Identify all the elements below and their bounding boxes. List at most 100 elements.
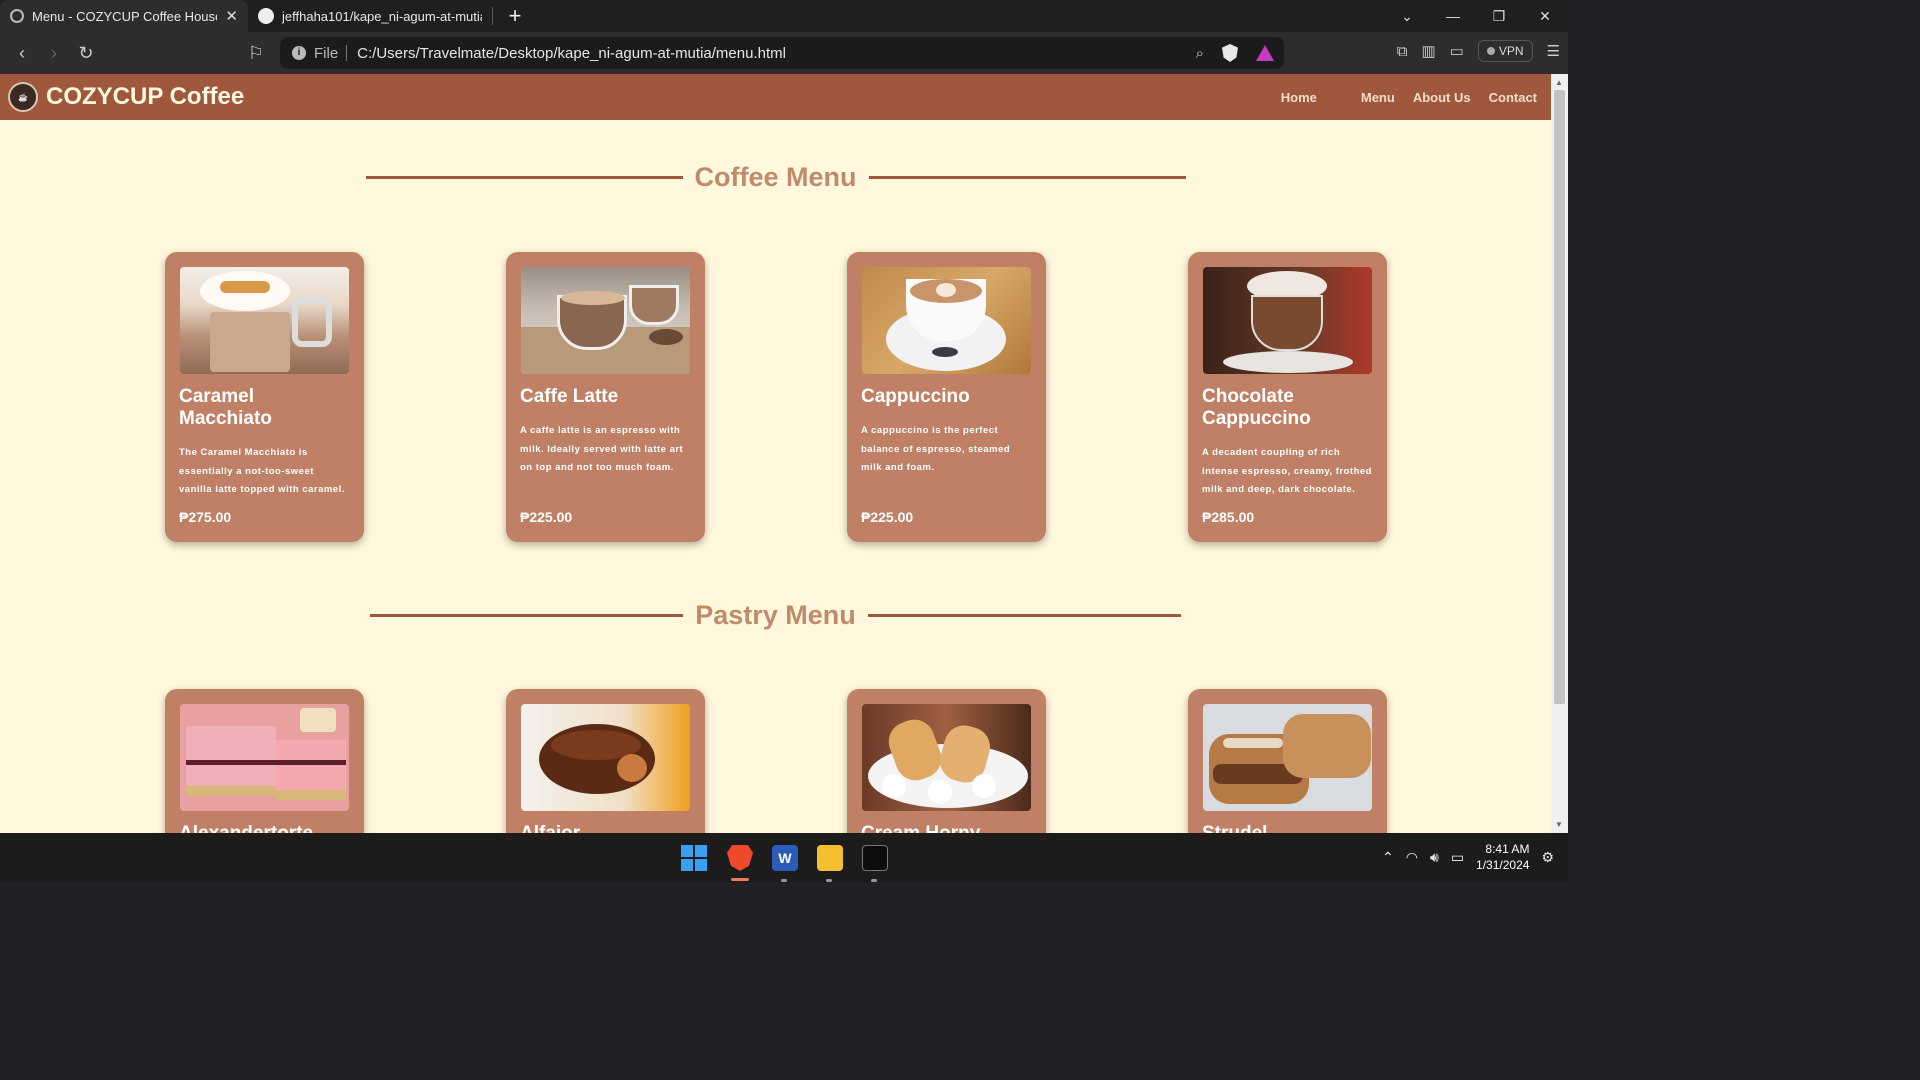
brave-rewards-icon[interactable] <box>1256 45 1274 61</box>
close-window-button[interactable]: ✕ <box>1522 8 1568 25</box>
menu-card[interactable]: Alexandertorte <box>165 689 364 833</box>
strudel-image <box>1203 704 1372 811</box>
menu-card[interactable]: Cream Horny <box>847 689 1046 833</box>
nav-about-us[interactable]: About Us <box>1413 90 1471 105</box>
tab-title: Menu - COZYCUP Coffee House <box>32 8 218 24</box>
close-tab-icon[interactable]: ✕ <box>225 7 238 25</box>
running-indicator <box>871 879 877 882</box>
toolbar-icons: ⧉ ▥ ▭ VPN ☰ <box>1397 40 1560 62</box>
scroll-up-icon[interactable]: ▲ <box>1555 78 1563 87</box>
item-description: A cappuccino is the perfect balance of e… <box>861 425 1011 473</box>
heading-rule <box>867 614 1181 617</box>
pastry-menu-heading: Pastry Menu <box>0 600 1551 631</box>
site-nav: Home Menu About Us Contact <box>1263 74 1537 120</box>
volume-icon[interactable]: 🔊︎ <box>1430 849 1439 866</box>
nav-menu[interactable]: Menu <box>1361 90 1395 105</box>
notification-icon[interactable]: ⚙ <box>1541 849 1554 866</box>
item-description: A caffe latte is an espresso with milk. … <box>520 425 684 473</box>
item-name: Cappuccino <box>861 386 970 407</box>
menu-card[interactable]: Caramel Macchiato The Caramel Macchiato … <box>165 252 364 542</box>
menu-card[interactable]: Caffe Latte A caffe latte is an espresso… <box>506 252 705 542</box>
extensions-icon[interactable]: ⧉ <box>1397 43 1408 60</box>
nav-home[interactable]: Home <box>1281 90 1317 105</box>
scheme-label: File <box>314 44 339 62</box>
nav-contact[interactable]: Contact <box>1489 90 1537 105</box>
chocolate-cappuccino-image <box>1203 267 1372 374</box>
browser-toolbar: ‹ › ↻ ⚐ i File C:/Users/Travelmate/Deskt… <box>0 32 1568 74</box>
menu-card[interactable]: Chocolate Cappuccino A decadent coupling… <box>1188 252 1387 542</box>
site-brand: COZYCUP Coffee <box>46 83 245 110</box>
forward-icon[interactable]: › <box>38 43 70 64</box>
vpn-label: VPN <box>1498 44 1524 58</box>
vpn-button[interactable]: VPN <box>1477 40 1533 62</box>
coffee-menu-heading: Coffee Menu <box>0 162 1551 193</box>
section-title: Coffee Menu <box>694 162 857 192</box>
restore-button[interactable]: ❐ <box>1476 8 1522 25</box>
terminal-icon[interactable] <box>862 845 888 871</box>
site-header: ☕ COZYCUP Coffee Home Menu About Us Cont… <box>0 74 1551 120</box>
word-icon[interactable]: W <box>772 845 798 871</box>
github-icon <box>258 8 274 24</box>
tab-menu[interactable]: Menu - COZYCUP Coffee House ✕ <box>0 0 248 32</box>
new-tab-button[interactable]: + <box>493 3 537 29</box>
windows-start-icon[interactable] <box>681 845 707 871</box>
vpn-status-icon <box>1486 47 1495 55</box>
coffee-logo-icon: ☕ <box>8 82 38 112</box>
chevron-up-icon[interactable]: ⌃ <box>1382 849 1394 866</box>
windows-taskbar: W ⌃ ◠ 🔊︎ ▭ 8:41 AM 1/31/2024 ⚙ <box>0 833 1568 882</box>
alexandertorte-image <box>180 704 349 811</box>
item-name: Chocolate Cappuccino <box>1202 386 1311 429</box>
item-price: ₱275.00 <box>179 509 232 525</box>
item-name: Alfajor <box>520 823 691 833</box>
item-name: Caffe Latte <box>520 386 619 407</box>
item-description: A decadent coupling of rich intense espr… <box>1202 447 1372 495</box>
scroll-down-icon[interactable]: ▼ <box>1555 820 1563 829</box>
heading-rule <box>868 176 1186 179</box>
globe-icon <box>10 9 24 23</box>
wallet-icon[interactable]: ▭ <box>1450 42 1464 60</box>
item-price: ₱225.00 <box>520 509 573 525</box>
item-name: Cream Horny <box>861 823 1032 833</box>
reload-icon[interactable]: ↻ <box>70 43 102 64</box>
address-bar[interactable]: i File C:/Users/Travelmate/Desktop/kape_… <box>280 37 1284 69</box>
running-indicator <box>781 879 787 882</box>
page-viewport: ☕ COZYCUP Coffee Home Menu About Us Cont… <box>0 74 1551 833</box>
alfajor-image <box>521 704 690 811</box>
tab-search-icon[interactable]: ⌄ <box>1384 8 1430 25</box>
menu-icon[interactable]: ☰ <box>1547 42 1560 60</box>
section-title: Pastry Menu <box>695 600 856 630</box>
heading-rule <box>370 614 684 617</box>
cream-horn-image <box>862 704 1031 811</box>
item-description: The Caramel Macchiato is essentially a n… <box>179 447 345 495</box>
tab-github[interactable]: jeffhaha101/kape_ni-agum-at-mutia <box>248 0 492 32</box>
menu-card[interactable]: Strudel <box>1188 689 1387 833</box>
caramel-macchiato-image <box>180 267 349 374</box>
minimize-button[interactable]: — <box>1430 8 1476 24</box>
wifi-icon[interactable]: ◠ <box>1406 849 1418 866</box>
clock-date: 1/31/2024 <box>1476 858 1530 872</box>
zoom-icon[interactable]: ⌕ <box>1196 45 1204 62</box>
sidebar-icon[interactable]: ▥ <box>1421 42 1435 60</box>
menu-card[interactable]: Cappuccino A cappuccino is the perfect b… <box>847 252 1046 542</box>
cappuccino-image <box>862 267 1031 374</box>
file-explorer-icon[interactable] <box>817 845 843 871</box>
system-tray: ⌃ ◠ 🔊︎ ▭ 8:41 AM 1/31/2024 ⚙ <box>1382 841 1554 873</box>
info-icon[interactable]: i <box>292 46 306 60</box>
brave-browser-icon[interactable] <box>727 845 753 871</box>
page-scrollbar[interactable]: ▲ ▼ <box>1551 74 1568 833</box>
item-price: ₱225.00 <box>861 509 914 525</box>
caffe-latte-image <box>521 267 690 374</box>
active-indicator <box>731 878 749 881</box>
divider <box>346 45 348 61</box>
menu-card[interactable]: Alfajor <box>506 689 705 833</box>
scrollbar-thumb[interactable] <box>1554 90 1565 704</box>
item-price: ₱285.00 <box>1202 509 1255 525</box>
url-text[interactable]: C:/Users/Travelmate/Desktop/kape_ni-agum… <box>357 45 786 62</box>
window-controls: ⌄ — ❐ ✕ <box>1384 0 1568 32</box>
battery-icon[interactable]: ▭ <box>1451 849 1464 866</box>
back-icon[interactable]: ‹ <box>6 43 38 64</box>
bookmark-icon[interactable]: ⚐ <box>240 43 272 64</box>
clock[interactable]: 8:41 AM 1/31/2024 <box>1476 841 1529 873</box>
brave-shield-icon[interactable] <box>1222 44 1238 62</box>
item-name: Caramel Macchiato <box>179 386 272 429</box>
